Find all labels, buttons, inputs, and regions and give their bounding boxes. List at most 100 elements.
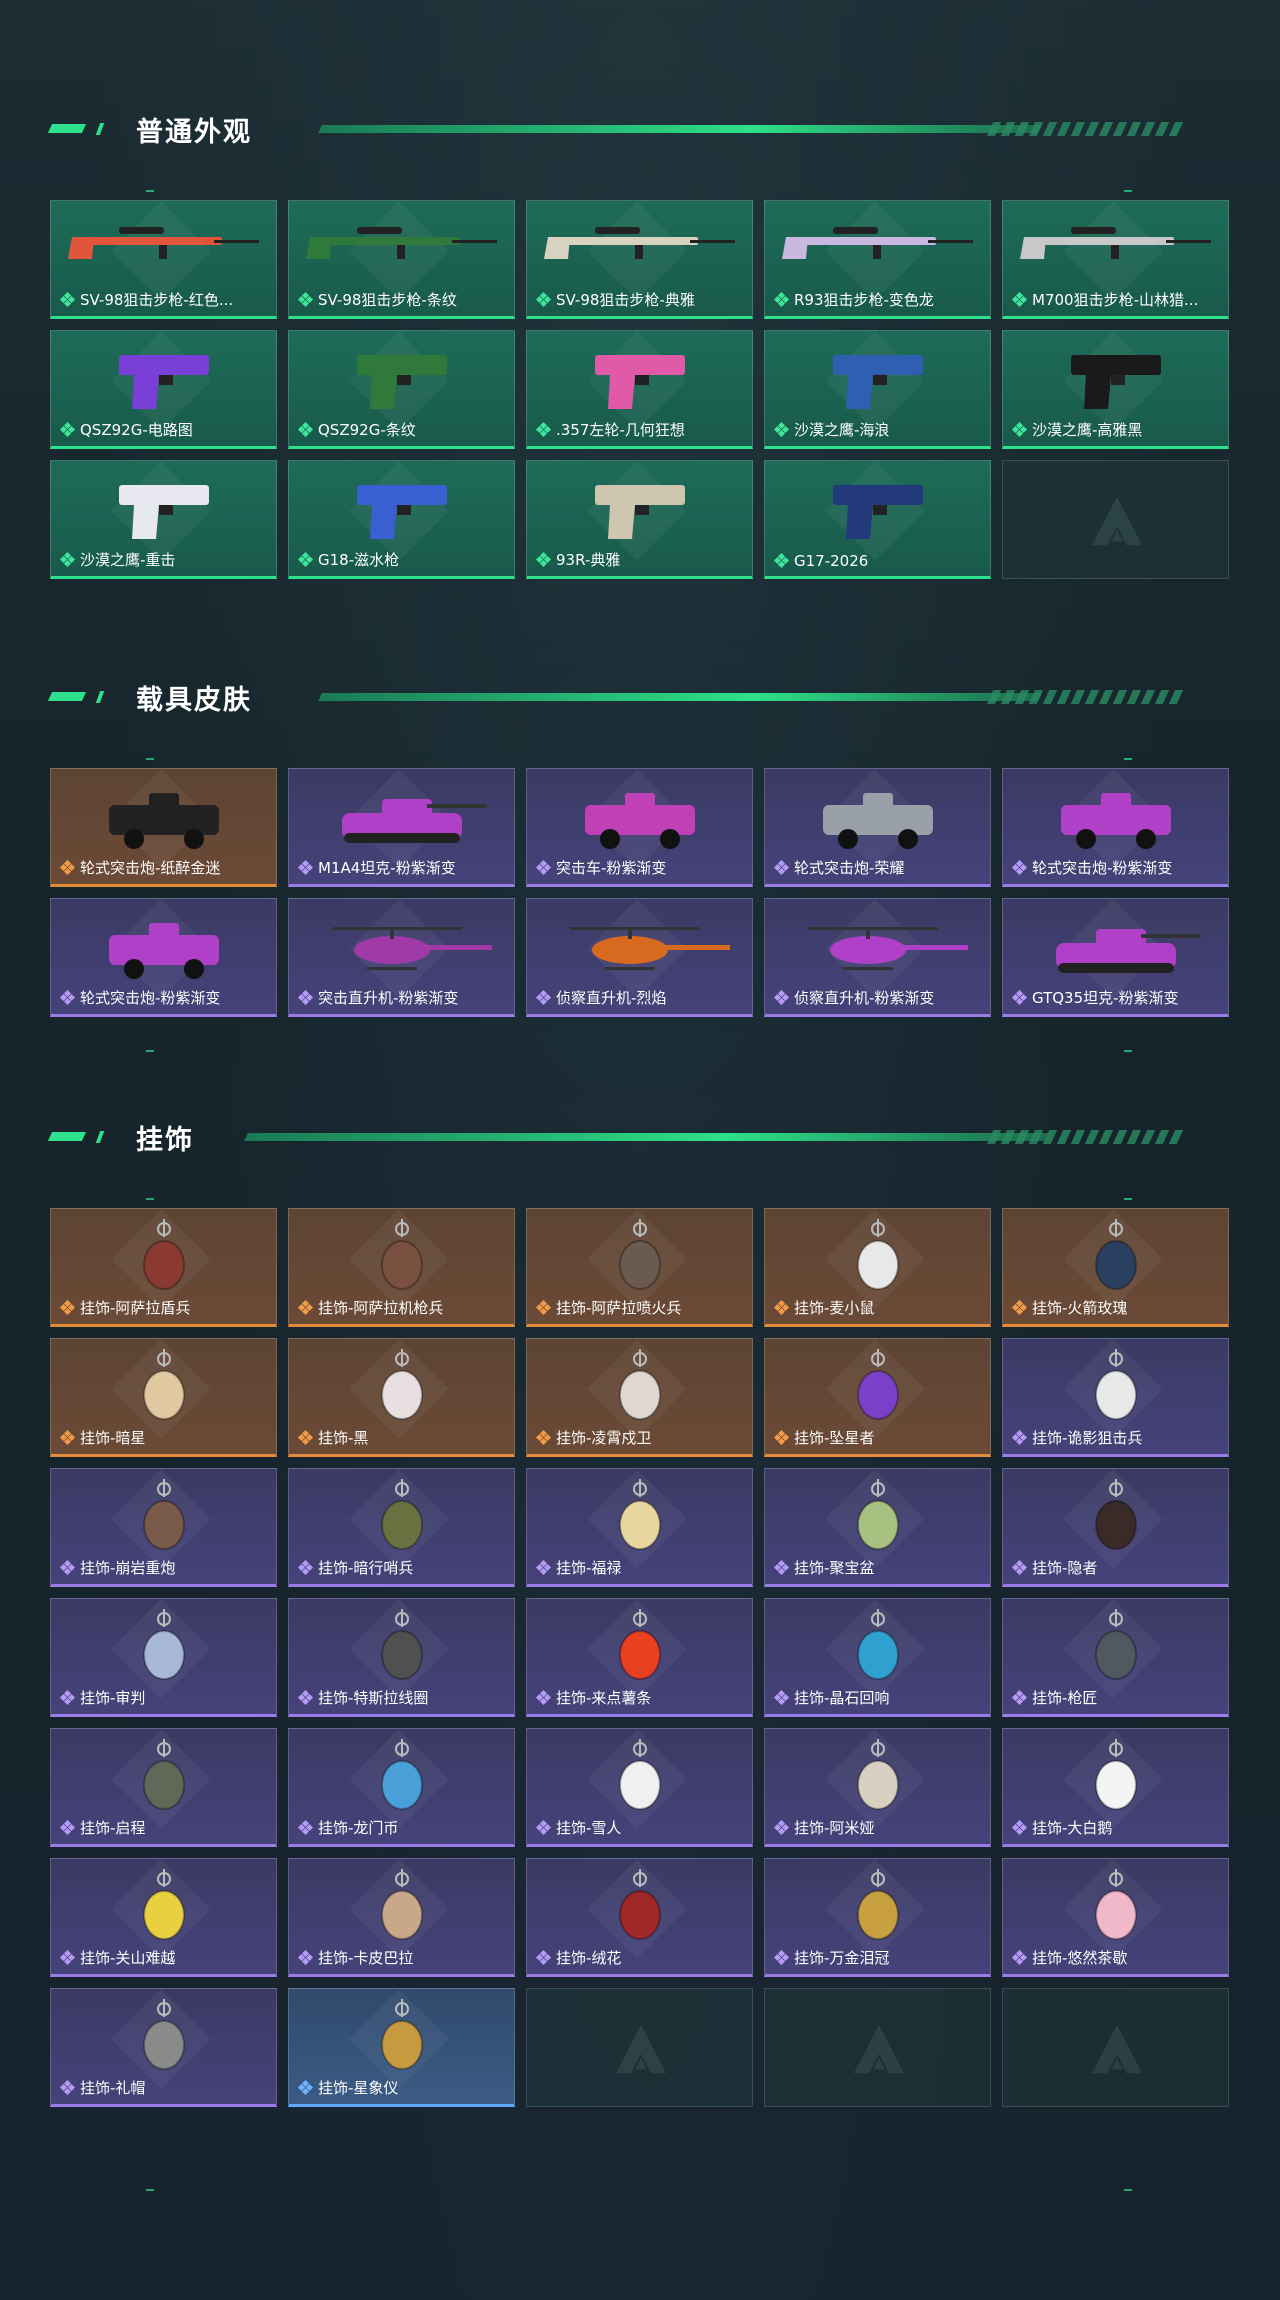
item-card[interactable]: 挂饰-审判	[50, 1598, 277, 1717]
rarity-diamond-icon	[773, 421, 790, 437]
rarity-diamond-icon	[773, 1689, 790, 1705]
corner-tick	[1124, 1198, 1132, 1200]
item-card[interactable]: 挂饰-星象仪	[288, 1988, 515, 2107]
item-name: .357左轮-几何狂想	[556, 421, 685, 439]
item-card[interactable]: QSZ92G-电路图	[50, 330, 277, 449]
item-card[interactable]: M700狙击步枪-山林猎...	[1002, 200, 1229, 319]
item-card[interactable]: 挂饰-雪人	[526, 1728, 753, 1847]
charm-capybara-icon	[289, 1865, 514, 1945]
item-card[interactable]: 挂饰-崩岩重炮	[50, 1468, 277, 1587]
item-card[interactable]: SV-98狙击步枪-红色...	[50, 200, 277, 319]
item-card[interactable]: 挂饰-阿萨拉盾兵	[50, 1208, 277, 1327]
item-card[interactable]: 轮式突击炮-粉紫渐变	[50, 898, 277, 1017]
item-card[interactable]: 挂饰-大白鹅	[1002, 1728, 1229, 1847]
rarity-diamond-icon	[59, 1949, 76, 1965]
item-card[interactable]: GTQ35坦克-粉紫渐变	[1002, 898, 1229, 1017]
item-name: 挂饰-阿萨拉喷火兵	[556, 1299, 682, 1317]
item-card[interactable]: 挂饰-暗行哨兵	[288, 1468, 515, 1587]
item-label: 沙漠之鹰-重击	[59, 549, 175, 570]
rarity-diamond-icon	[1011, 1299, 1028, 1315]
item-card[interactable]: G17-2026	[764, 460, 991, 579]
item-card[interactable]: 挂饰-隐者	[1002, 1468, 1229, 1587]
header-checker	[986, 1130, 1184, 1144]
item-card[interactable]: 挂饰-诡影狙击兵	[1002, 1338, 1229, 1457]
item-label: QSZ92G-电路图	[59, 419, 193, 440]
item-card[interactable]: 挂饰-关山难越	[50, 1858, 277, 1977]
rarity-diamond-icon	[1011, 1689, 1028, 1705]
corner-tick	[146, 1050, 154, 1052]
item-card[interactable]: SV-98狙击步枪-典雅	[526, 200, 753, 319]
item-card[interactable]: 挂饰-阿米娅	[764, 1728, 991, 1847]
item-card[interactable]: 挂饰-来点薯条	[526, 1598, 753, 1717]
item-card[interactable]: 挂饰-麦小鼠	[764, 1208, 991, 1327]
item-card[interactable]: 挂饰-黑	[288, 1338, 515, 1457]
corner-tick	[146, 2189, 154, 2191]
item-label: 沙漠之鹰-海浪	[773, 419, 889, 440]
rarity-diamond-icon	[1011, 989, 1028, 1005]
item-card[interactable]: 挂饰-聚宝盆	[764, 1468, 991, 1587]
item-label: 挂饰-卡皮巴拉	[297, 1947, 413, 1968]
item-name: 挂饰-崩岩重炮	[80, 1559, 176, 1577]
charm-feather-icon	[51, 1345, 276, 1425]
empty-slot	[526, 1988, 753, 2107]
rarity-diamond-icon	[1011, 1429, 1028, 1445]
charm-figure-icon	[527, 1345, 752, 1425]
item-card[interactable]: 挂饰-暗星	[50, 1338, 277, 1457]
item-card[interactable]: 挂饰-绒花	[526, 1858, 753, 1977]
item-card[interactable]: 轮式突击炮-荣耀	[764, 768, 991, 887]
item-card[interactable]: 挂饰-礼帽	[50, 1988, 277, 2107]
item-label: 挂饰-麦小鼠	[773, 1297, 874, 1318]
item-card[interactable]: 轮式突击炮-粉紫渐变	[1002, 768, 1229, 887]
item-card[interactable]: 挂饰-福禄	[526, 1468, 753, 1587]
pistol-icon	[765, 467, 990, 547]
item-card[interactable]: 轮式突击炮-纸醉金迷	[50, 768, 277, 887]
sniper-rifle-icon	[1003, 207, 1228, 287]
item-name: 挂饰-黑	[318, 1429, 369, 1447]
item-card[interactable]: 沙漠之鹰-重击	[50, 460, 277, 579]
item-card[interactable]: 挂饰-火箭玫瑰	[1002, 1208, 1229, 1327]
item-card[interactable]: .357左轮-几何狂想	[526, 330, 753, 449]
item-card[interactable]: 挂饰-卡皮巴拉	[288, 1858, 515, 1977]
item-card[interactable]: G18-滋水枪	[288, 460, 515, 579]
item-label: 挂饰-审判	[59, 1687, 145, 1708]
charm-compass-icon	[51, 1735, 276, 1815]
item-card[interactable]: 侦察直升机-粉紫渐变	[764, 898, 991, 1017]
rarity-diamond-icon	[297, 421, 314, 437]
item-name: 轮式突击炮-纸醉金迷	[80, 859, 221, 877]
item-card[interactable]: 挂饰-阿萨拉机枪兵	[288, 1208, 515, 1327]
item-card[interactable]: 挂饰-凌霄戍卫	[526, 1338, 753, 1457]
item-label: 挂饰-晶石回响	[773, 1687, 889, 1708]
item-card[interactable]: SV-98狙击步枪-条纹	[288, 200, 515, 319]
charm-coil-icon	[289, 1605, 514, 1685]
section-header: 普通外观	[47, 108, 1230, 148]
item-label: SV-98狙击步枪-红色...	[59, 289, 233, 310]
item-card[interactable]: 挂饰-启程	[50, 1728, 277, 1847]
item-card[interactable]: 突击直升机-粉紫渐变	[288, 898, 515, 1017]
pistol-icon	[51, 467, 276, 547]
header-accent-tick	[95, 691, 105, 703]
item-card[interactable]: 沙漠之鹰-高雅黑	[1002, 330, 1229, 449]
item-card[interactable]: 挂饰-晶石回响	[764, 1598, 991, 1717]
item-card[interactable]: 挂饰-悠然茶歇	[1002, 1858, 1229, 1977]
item-label: 挂饰-坠星者	[773, 1427, 874, 1448]
item-card[interactable]: 挂饰-坠星者	[764, 1338, 991, 1457]
section-title: 载具皮肤	[136, 685, 252, 716]
item-card[interactable]: 沙漠之鹰-海浪	[764, 330, 991, 449]
item-card[interactable]: M1A4坦克-粉紫渐变	[288, 768, 515, 887]
item-card[interactable]: 挂饰-特斯拉线圈	[288, 1598, 515, 1717]
rarity-diamond-icon	[297, 1429, 314, 1445]
item-card[interactable]: 突击车-粉紫渐变	[526, 768, 753, 887]
section-header: 载具皮肤	[47, 676, 1230, 716]
section-header: 挂饰	[47, 1116, 1230, 1156]
item-card[interactable]: QSZ92G-条纹	[288, 330, 515, 449]
item-card[interactable]: 挂饰-万金泪冠	[764, 1858, 991, 1977]
item-card[interactable]: R93狙击步枪-变色龙	[764, 200, 991, 319]
armored-car-icon	[51, 775, 276, 855]
item-name: 挂饰-特斯拉线圈	[318, 1689, 429, 1707]
item-card[interactable]: 挂饰-阿萨拉喷火兵	[526, 1208, 753, 1327]
item-card[interactable]: 挂饰-龙门币	[288, 1728, 515, 1847]
item-card[interactable]: 挂饰-枪匠	[1002, 1598, 1229, 1717]
item-card[interactable]: 93R-典雅	[526, 460, 753, 579]
item-card[interactable]: 侦察直升机-烈焰	[526, 898, 753, 1017]
rarity-diamond-icon	[773, 552, 790, 569]
